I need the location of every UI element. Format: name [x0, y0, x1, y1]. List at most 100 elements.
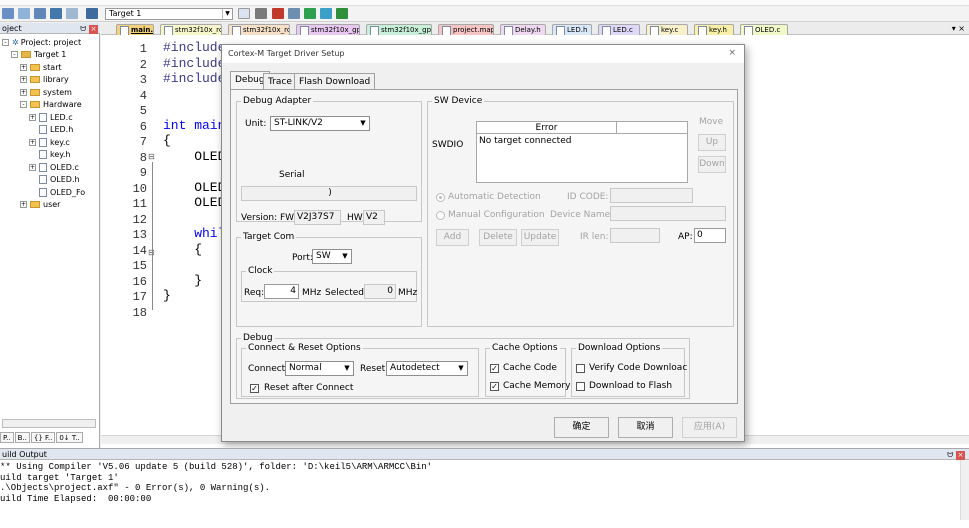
update-button[interactable]: Update: [521, 229, 559, 246]
file-tab[interactable]: key.h: [694, 24, 734, 35]
tab-list-menu[interactable]: ▾ ×: [952, 23, 965, 35]
port-select[interactable]: SW ▼: [312, 249, 352, 264]
file-tab[interactable]: OLED.c: [740, 24, 788, 35]
grid-icon[interactable]: [34, 8, 46, 19]
tab-books[interactable]: B..: [14, 432, 30, 443]
expand-icon[interactable]: +: [20, 76, 27, 83]
reset-after-connect-checkbox[interactable]: ✓: [250, 384, 259, 393]
dialog-body: Debug Adapter Unit: ST-LINK/V2 ▼ Serial …: [230, 89, 738, 404]
file-tab-bar: main.c stm32f10x_rcc.h stm32f10x_rcc.c stm3…: [101, 23, 969, 35]
tree-item-file[interactable]: OLED_Fo: [29, 187, 85, 199]
tab-templates[interactable]: 0↓ T..: [56, 432, 83, 443]
view-icon[interactable]: [66, 8, 78, 19]
file-tab[interactable]: stm32f10x_gpio.h: [296, 24, 360, 35]
folder-icon: [30, 101, 40, 108]
tree-item-label: Target 1: [34, 50, 67, 59]
pack-icon[interactable]: [320, 8, 332, 19]
tree-item-folder[interactable]: + user: [20, 199, 60, 211]
reset-label: Reset:: [360, 364, 389, 374]
file-tab[interactable]: main.c: [116, 24, 154, 35]
file-tab[interactable]: stm32f10x_rcc.h: [160, 24, 222, 35]
build-output-panel[interactable]: ** Using Compiler 'V5.06 update 5 (build…: [0, 460, 969, 528]
file-tab[interactable]: stm32f10x_gpio.c: [366, 24, 432, 35]
green-diamond-icon[interactable]: [304, 8, 316, 19]
target-com-legend: Target Com: [243, 232, 295, 242]
file-tab[interactable]: project.map: [438, 24, 494, 35]
target-select[interactable]: Target 1 ▼: [105, 8, 233, 20]
cancel-button[interactable]: 取消: [618, 417, 673, 438]
tree-item-label: library: [43, 75, 69, 84]
expand-icon[interactable]: +: [20, 63, 27, 71]
sw-device-table[interactable]: Error No target connected: [476, 121, 688, 183]
ap-input[interactable]: 0: [694, 228, 726, 243]
collapse-icon[interactable]: -: [2, 39, 9, 46]
expand-icon[interactable]: +: [29, 113, 36, 121]
tree-item-folder[interactable]: + start: [20, 62, 62, 74]
pin-icon[interactable]: ᗢ: [80, 25, 86, 33]
fold-toggle-icon[interactable]: ⊟: [148, 152, 155, 161]
options-icon[interactable]: [238, 8, 250, 19]
move-down-button[interactable]: Down: [698, 156, 726, 173]
verify-code-download-checkbox[interactable]: [576, 364, 585, 373]
build-icon[interactable]: [86, 8, 98, 19]
project-horizontal-scrollbar[interactable]: [2, 419, 96, 428]
download-to-flash-checkbox[interactable]: [576, 382, 585, 391]
tab-project[interactable]: P..: [0, 432, 14, 443]
tree-item-file[interactable]: + OLED.c: [29, 162, 79, 174]
build-output-scrollbar[interactable]: [960, 460, 969, 520]
automatic-detection-radio[interactable]: [436, 193, 445, 202]
pin-icon[interactable]: ᗢ: [947, 451, 953, 459]
tree-item-label: key.h: [50, 150, 71, 159]
close-icon[interactable]: ×: [728, 48, 736, 58]
ok-button[interactable]: 确定: [554, 417, 609, 438]
tree-item-file[interactable]: key.h: [29, 149, 70, 161]
window-icon[interactable]: [18, 8, 30, 19]
expand-icon[interactable]: +: [20, 88, 27, 96]
tab-functions[interactable]: {} F..: [30, 432, 56, 443]
tree-item-folder[interactable]: + library: [20, 74, 69, 86]
expand-icon[interactable]: +: [29, 138, 36, 146]
fold-line: [152, 162, 153, 310]
unit-select[interactable]: ST-LINK/V2 ▼: [270, 116, 370, 131]
manual-configuration-radio[interactable]: [436, 211, 445, 220]
reset-select[interactable]: Autodetect ▼: [386, 361, 468, 376]
device-name-field: [610, 206, 726, 221]
close-icon[interactable]: ×: [956, 451, 965, 460]
collapse-icon[interactable]: -: [11, 51, 18, 58]
tree-item-folder[interactable]: - Hardware: [20, 99, 82, 111]
req-unit: MHz: [302, 288, 322, 298]
tree-item-folder[interactable]: + system: [20, 87, 72, 99]
tools-icon[interactable]: [50, 8, 62, 19]
file-tab[interactable]: Delay.h: [500, 24, 546, 35]
add-button[interactable]: Add: [436, 229, 469, 246]
settings-icon[interactable]: [2, 8, 14, 19]
file-tab[interactable]: LED.c: [598, 24, 640, 35]
tree-item-file[interactable]: + LED.c: [29, 112, 73, 124]
apply-button[interactable]: 应用(A): [682, 417, 737, 438]
tab-trace[interactable]: Trace: [263, 73, 297, 89]
delete-button[interactable]: Delete: [479, 229, 517, 246]
tree-item-target[interactable]: - Target 1: [11, 49, 66, 61]
tab-flash-download[interactable]: Flash Download: [294, 73, 376, 89]
tree-item-file[interactable]: OLED.h: [29, 174, 80, 186]
clock-request-input[interactable]: 4: [264, 284, 299, 299]
project-root[interactable]: - ✲ Project: project: [2, 37, 81, 49]
connect-select[interactable]: Normal ▼: [285, 361, 354, 376]
tree-item-file[interactable]: LED.h: [29, 124, 73, 136]
file-tab[interactable]: key.c: [646, 24, 688, 35]
cache-memory-checkbox[interactable]: ✓: [490, 382, 499, 391]
manage-icon[interactable]: [272, 8, 284, 19]
magic-wand-icon[interactable]: [255, 8, 267, 19]
collapse-icon[interactable]: -: [20, 101, 27, 108]
cache-code-checkbox[interactable]: ✓: [490, 364, 499, 373]
file-tab[interactable]: LED.h: [552, 24, 592, 35]
software-pack-icon[interactable]: [336, 8, 348, 19]
file-tab[interactable]: stm32f10x_rcc.c: [228, 24, 290, 35]
tree-item-file[interactable]: + key.c: [29, 137, 70, 149]
expand-icon[interactable]: +: [20, 201, 27, 208]
expand-icon[interactable]: +: [29, 163, 36, 171]
move-up-button[interactable]: Up: [698, 134, 726, 151]
copy-icon[interactable]: [288, 8, 300, 19]
port-label: Port:: [292, 253, 313, 263]
close-icon[interactable]: ×: [89, 25, 98, 34]
